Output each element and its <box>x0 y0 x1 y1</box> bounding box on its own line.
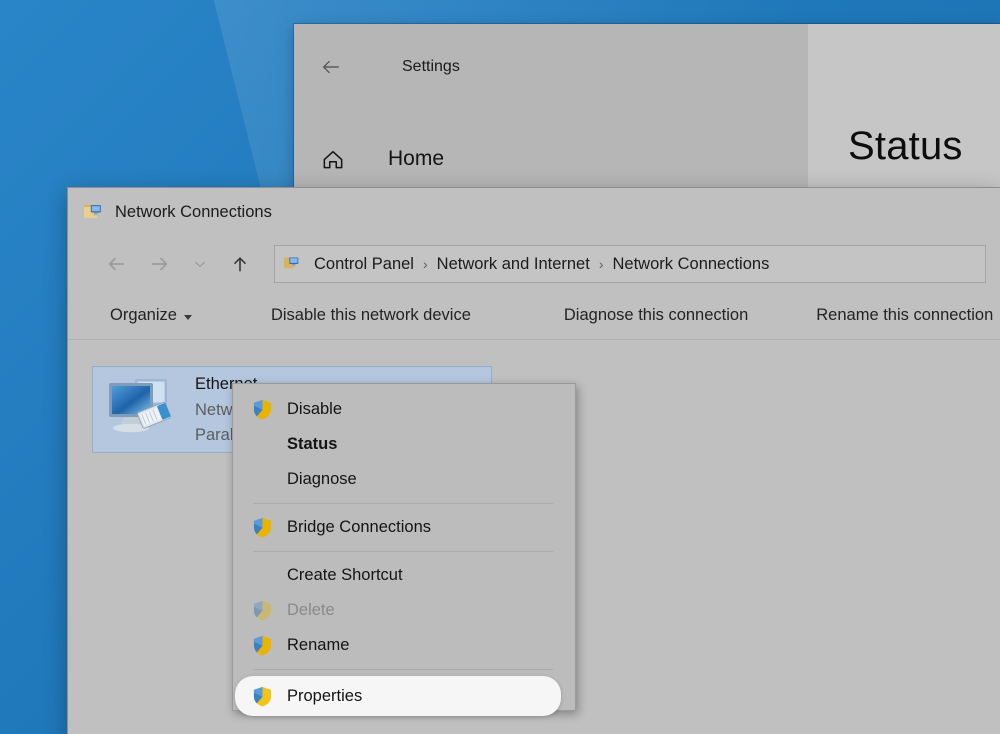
explorer-title-bar: Network Connections <box>68 188 1000 236</box>
explorer-title-text: Network Connections <box>115 202 272 221</box>
menu-item-label: Properties <box>287 686 363 705</box>
menu-item-label: Status <box>287 435 338 453</box>
settings-home-label: Home <box>388 147 445 170</box>
menu-icon-placeholder <box>251 565 273 587</box>
breadcrumb-item-control-panel[interactable]: Control Panel <box>309 253 419 276</box>
menu-item-diagnose[interactable]: Diagnose <box>233 462 575 497</box>
network-connections-folder-icon <box>83 202 105 222</box>
menu-separator <box>253 503 553 504</box>
menu-item-create-shortcut[interactable]: Create Shortcut <box>233 558 575 593</box>
breadcrumb[interactable]: Control Panel › Network and Internet › N… <box>274 245 986 283</box>
menu-item-disable[interactable]: Disable <box>233 392 575 427</box>
uac-shield-icon <box>251 517 273 539</box>
menu-icon-placeholder <box>251 469 273 491</box>
back-arrow-icon[interactable] <box>94 244 138 284</box>
menu-item-bridge-connections[interactable]: Bridge Connections <box>233 510 575 545</box>
caret-down-icon <box>183 314 192 320</box>
organize-label: Organize <box>110 306 177 324</box>
chevron-down-icon[interactable] <box>182 244 218 284</box>
up-arrow-icon[interactable] <box>218 244 262 284</box>
network-adapter-icon <box>99 373 185 447</box>
uac-shield-icon <box>251 600 273 622</box>
menu-item-label: Delete <box>287 601 335 619</box>
organize-button[interactable]: Organize <box>100 301 202 330</box>
breadcrumb-separator-icon[interactable]: › <box>421 256 430 272</box>
uac-shield-icon <box>251 399 273 421</box>
settings-window[interactable]: Settings Home Status <box>294 24 1000 189</box>
menu-separator <box>253 669 553 670</box>
uac-shield-icon <box>251 685 273 707</box>
menu-item-label: Create Shortcut <box>287 566 403 584</box>
back-arrow-icon[interactable] <box>320 56 342 78</box>
menu-item-properties[interactable]: Properties <box>235 676 561 716</box>
desktop-background: Settings Home Status Network Connections… <box>0 0 1000 734</box>
menu-item-delete: Delete <box>233 593 575 628</box>
menu-item-status[interactable]: Status <box>233 427 575 462</box>
rename-this-connection-button[interactable]: Rename this connection <box>806 301 1000 330</box>
menu-item-label: Disable <box>287 400 343 418</box>
explorer-command-toolbar: Organize Disable this network device Dia… <box>68 292 1000 340</box>
menu-item-rename[interactable]: Rename <box>233 628 575 663</box>
diagnose-this-connection-button[interactable]: Diagnose this connection <box>554 301 758 330</box>
breadcrumb-separator-icon[interactable]: › <box>597 256 606 272</box>
breadcrumb-item-network-and-internet[interactable]: Network and Internet <box>432 253 595 276</box>
settings-home-item[interactable]: Home <box>320 146 444 172</box>
forward-arrow-icon[interactable] <box>138 244 182 284</box>
menu-item-label: Rename <box>287 636 350 654</box>
uac-shield-icon <box>251 635 273 657</box>
menu-separator <box>253 551 553 552</box>
network-connections-icon <box>283 255 303 273</box>
breadcrumb-item-network-connections[interactable]: Network Connections <box>608 253 775 276</box>
menu-item-label: Bridge Connections <box>287 518 432 536</box>
home-icon <box>320 146 346 172</box>
menu-icon-placeholder <box>251 434 273 456</box>
context-menu[interactable]: Disable Status Diagnose Bridge Connectio… <box>232 383 576 716</box>
disable-this-network-device-button[interactable]: Disable this network device <box>261 301 481 330</box>
settings-header: Settings <box>320 56 460 78</box>
settings-page-title: Status <box>848 124 963 168</box>
explorer-navigation-bar: Control Panel › Network and Internet › N… <box>68 236 1000 292</box>
menu-item-label: Diagnose <box>287 470 357 488</box>
settings-app-title: Settings <box>402 58 460 75</box>
